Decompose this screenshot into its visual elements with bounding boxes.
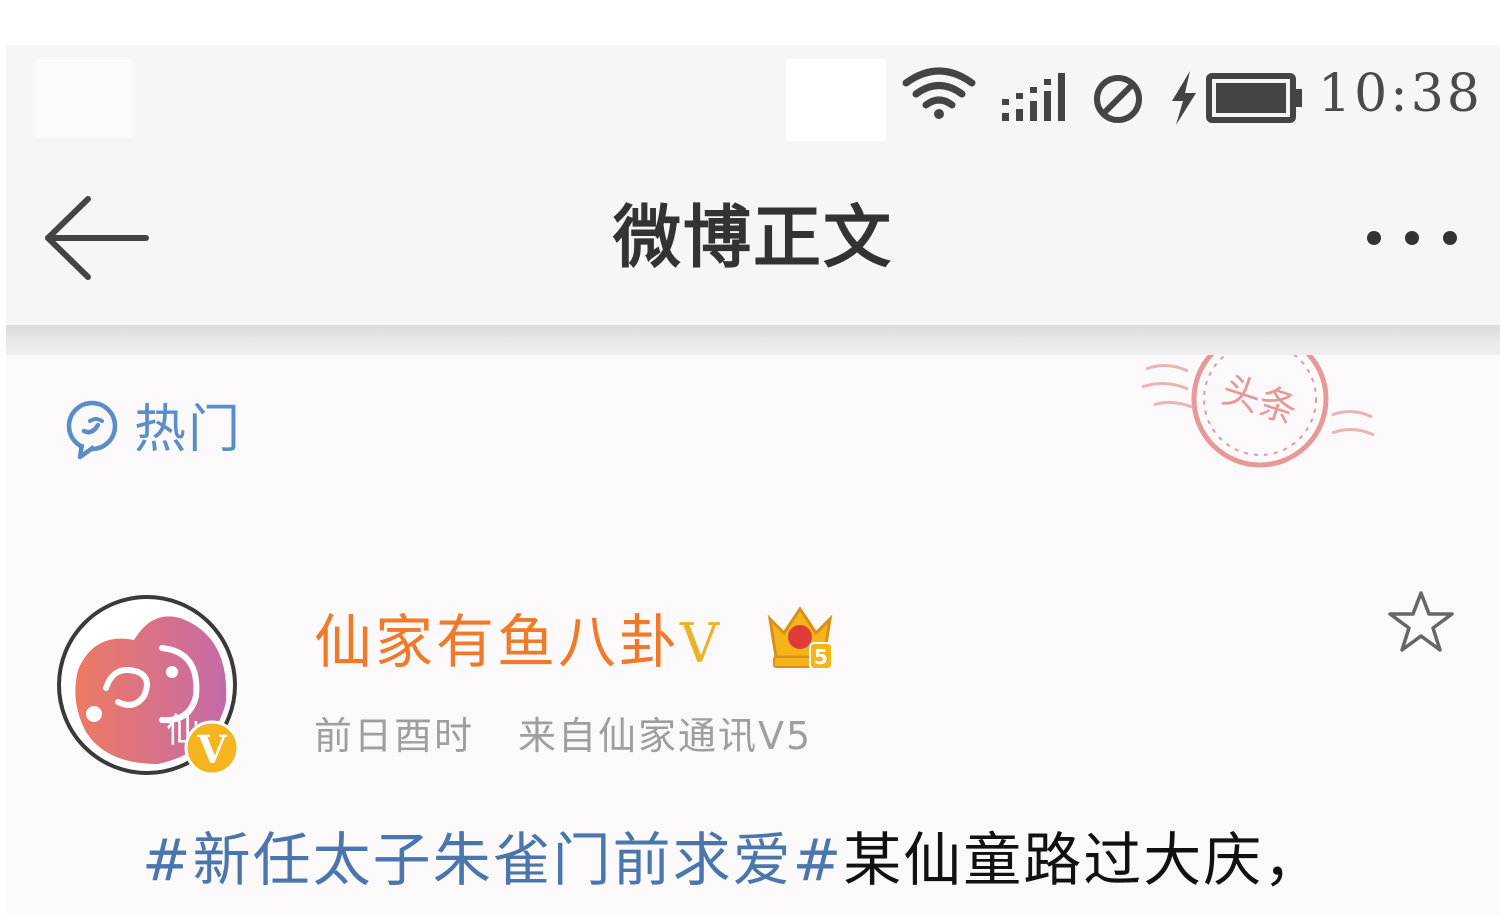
post-body: 某仙童路过大庆， bbox=[843, 826, 1324, 894]
page-title: 微博正文 bbox=[612, 199, 893, 278]
verified-mark: V bbox=[680, 612, 723, 675]
post-text: #新任太子朱雀门前求爱#某仙童路过大庆， bbox=[142, 823, 1323, 897]
favorite-button[interactable] bbox=[1386, 587, 1456, 657]
post-card: 热门 头条 仙 V 仙家有鱼八卦V 5 前日酉时 来自仙家通讯V5 #新任太子朱… bbox=[6, 355, 1500, 915]
vip-level: 5 bbox=[814, 645, 828, 669]
user-name-text: 仙家有鱼八卦 bbox=[314, 608, 681, 676]
status-time: 10:38 bbox=[1318, 64, 1483, 124]
nav-bar: 微博正文 bbox=[6, 145, 1500, 325]
star-icon bbox=[1388, 591, 1454, 652]
verified-badge-icon: V bbox=[184, 720, 240, 776]
battery-icon bbox=[1206, 73, 1302, 123]
status-blank-area bbox=[36, 57, 132, 137]
hot-label: 热门 bbox=[134, 400, 243, 460]
nav-divider bbox=[6, 325, 1500, 355]
avatar[interactable]: 仙 V bbox=[54, 592, 244, 782]
stamp-text: 头条 bbox=[1217, 367, 1303, 432]
more-options-button[interactable] bbox=[1362, 223, 1462, 253]
status-blank-area bbox=[786, 59, 886, 141]
post-time: 前日酉时 bbox=[314, 714, 475, 758]
post-source: 来自仙家通讯V5 bbox=[518, 714, 813, 758]
avatar-badge-text: V bbox=[196, 727, 228, 772]
user-name[interactable]: 仙家有鱼八卦V bbox=[314, 605, 722, 681]
phone-screen: 10:38 微博正文 热门 头条 仙 V 仙家有鱼八卦V 5 前日酉时 来自仙家… bbox=[6, 45, 1500, 915]
wifi-icon bbox=[902, 67, 976, 119]
hot-tag[interactable]: 热门 bbox=[64, 397, 242, 463]
do-not-disturb-icon bbox=[1094, 75, 1142, 123]
more-dots-icon bbox=[1367, 231, 1457, 245]
signal-icon bbox=[1002, 73, 1065, 121]
headline-stamp: 头条 bbox=[1141, 355, 1375, 468]
status-bar: 10:38 bbox=[6, 45, 1500, 145]
vip-crown-icon[interactable]: 5 bbox=[764, 601, 836, 673]
post-meta: 前日酉时 来自仙家通讯V5 bbox=[314, 711, 812, 761]
hot-chat-icon bbox=[66, 400, 118, 460]
topic-link[interactable]: #新任太子朱雀门前求爱# bbox=[142, 826, 843, 894]
charging-icon bbox=[1172, 71, 1196, 125]
